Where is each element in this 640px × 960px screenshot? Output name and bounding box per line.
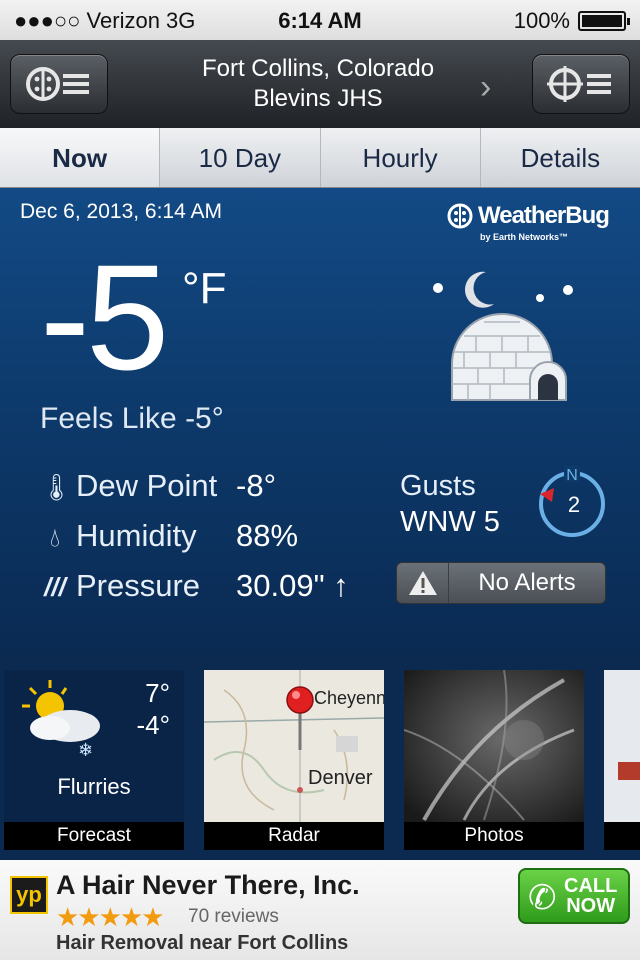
radar-tile[interactable]: Cheyenn Denver Radar bbox=[204, 670, 384, 850]
gusts-label: Gusts bbox=[400, 470, 476, 502]
ad-banner[interactable]: yp A Hair Never There, Inc. ★★★★★ 70 rev… bbox=[0, 860, 640, 960]
pressure-icon: /// bbox=[44, 572, 66, 602]
map-label-cheyenne: Cheyenn bbox=[314, 688, 384, 708]
partial-thumbnail bbox=[604, 670, 640, 850]
compass-speed: 2 bbox=[568, 492, 580, 517]
humidity-value: 88% bbox=[236, 518, 299, 553]
pressure-label: Pressure bbox=[76, 568, 201, 603]
forecast-caption: Forecast bbox=[4, 822, 184, 850]
forecast-low: -4° bbox=[136, 710, 170, 740]
map-label-denver: Denver bbox=[308, 767, 373, 789]
feels-like: Feels Like -5° bbox=[40, 402, 224, 435]
tab-10-day[interactable]: 10 Day bbox=[160, 128, 321, 187]
weather-photo bbox=[404, 670, 584, 822]
humidity-row: 💧︎ Humidity 88% bbox=[40, 518, 298, 554]
forecast-high: 7° bbox=[145, 678, 170, 708]
now-label: NOW bbox=[566, 895, 616, 917]
radar-map: Cheyenn Denver bbox=[204, 670, 384, 822]
dew-point-label: Dew Point bbox=[76, 468, 218, 503]
radar-caption: Radar bbox=[204, 822, 384, 850]
location-title[interactable]: Fort Collins, Colorado Blevins JHS bbox=[140, 54, 496, 114]
chevron-right-icon[interactable]: › bbox=[480, 68, 491, 107]
dew-point-value: -8° bbox=[236, 468, 276, 503]
compass-north: N bbox=[566, 467, 578, 484]
humidity-drop-icon: 💧︎ bbox=[49, 522, 61, 552]
rating-stars: ★★★★★ bbox=[56, 902, 165, 932]
pressure-value: 30.09" ↑ bbox=[236, 568, 349, 603]
yp-logo: yp bbox=[10, 876, 48, 914]
forecast-tile[interactable]: ❄ 7° -4° Flurries Forecast bbox=[4, 670, 184, 850]
status-bar: ●●●○○ Verizon 3G 6:14 AM 100% bbox=[0, 0, 640, 40]
call-label: CALL bbox=[564, 875, 618, 897]
tab-details[interactable]: Details bbox=[481, 128, 640, 187]
partly-cloudy-snow-icon: ❄ bbox=[22, 680, 100, 758]
warning-icon bbox=[397, 563, 449, 603]
station-name: Blevins JHS bbox=[253, 85, 383, 112]
current-conditions-panel: Dec 6, 2013, 6:14 AM WeatherBug by Earth… bbox=[0, 188, 640, 658]
weatherbug-logo: WeatherBug by Earth Networks™ bbox=[446, 202, 610, 242]
brand-name: WeatherBug bbox=[478, 202, 610, 229]
current-temperature: -5 bbox=[40, 233, 169, 401]
locations-button[interactable] bbox=[532, 54, 630, 114]
battery-icon bbox=[578, 11, 630, 31]
observation-datetime: Dec 6, 2013, 6:14 AM bbox=[20, 200, 222, 223]
ad-subtitle: Hair Removal near Fort Collins bbox=[56, 932, 349, 954]
phone-icon: ✆ bbox=[528, 879, 557, 917]
ad-title: A Hair Never There, Inc. bbox=[56, 870, 360, 900]
wind-info: Gusts WNW 5 bbox=[400, 468, 500, 540]
svg-text:❄: ❄ bbox=[78, 740, 93, 758]
city-name: Fort Collins, Colorado bbox=[201, 55, 435, 82]
call-now-button[interactable]: ✆ CALL NOW bbox=[518, 868, 630, 924]
battery-percent: 100% bbox=[513, 8, 570, 33]
alerts-label: No Alerts bbox=[478, 569, 576, 596]
menu-button[interactable] bbox=[10, 54, 108, 114]
forecast-condition: Flurries bbox=[57, 774, 131, 799]
feature-thumbnails: ❄ 7° -4° Flurries Forecast Cheyenn Denve… bbox=[0, 658, 640, 860]
humidity-label: Humidity bbox=[76, 518, 197, 553]
alerts-button[interactable]: No Alerts bbox=[396, 562, 606, 604]
review-count: 70 reviews bbox=[188, 906, 279, 927]
tab-now[interactable]: Now bbox=[0, 128, 161, 187]
location-target-icon bbox=[547, 66, 611, 102]
tab-bar: Now 10 Day Hourly Details bbox=[0, 128, 640, 188]
wind-compass-icon[interactable]: N 2 bbox=[536, 466, 608, 538]
temperature-unit: °F bbox=[182, 264, 227, 313]
dew-point-row: 🌡︎Dew Point -8° bbox=[40, 468, 276, 504]
location-header: Fort Collins, Colorado Blevins JHS › bbox=[0, 40, 640, 128]
brand-subtitle: by Earth Networks™ bbox=[480, 232, 569, 242]
next-tile-partial[interactable] bbox=[604, 670, 640, 850]
pressure-row: /// Pressure 30.09" ↑ bbox=[40, 568, 349, 604]
wind-direction-speed: WNW 5 bbox=[400, 506, 500, 538]
thermometer-icon: 🌡︎ bbox=[40, 472, 74, 502]
weatherbug-bug-icon bbox=[447, 203, 473, 229]
photos-caption: Photos bbox=[404, 822, 584, 850]
igloo-night-icon bbox=[433, 271, 573, 401]
weatherbug-menu-icon bbox=[26, 67, 89, 101]
photos-tile[interactable]: Photos bbox=[404, 670, 584, 850]
tab-hourly[interactable]: Hourly bbox=[321, 128, 481, 187]
